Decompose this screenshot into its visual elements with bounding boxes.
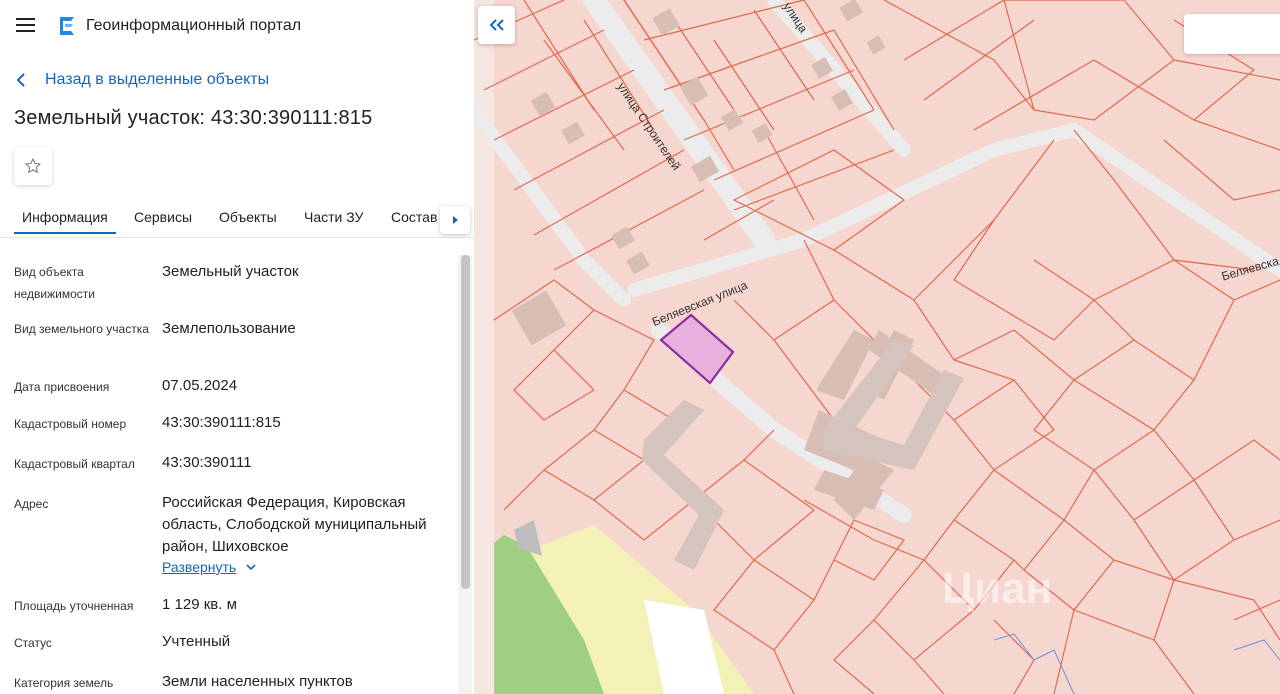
field-value: Земли населенных пунктов bbox=[162, 673, 353, 690]
info-list: Вид объекта недвижимости Земельный участ… bbox=[0, 255, 458, 694]
expand-address-link[interactable]: Развернуть bbox=[162, 559, 256, 575]
caret-right-icon bbox=[453, 216, 458, 224]
app-title: Геоинформационный портал bbox=[86, 17, 302, 34]
field-value: 43:30:390111:815 bbox=[162, 414, 281, 431]
field-label: Вид объекта недвижимости bbox=[14, 265, 95, 301]
field-label: Площадь уточненная bbox=[14, 599, 134, 613]
tab-objects[interactable]: Объекты bbox=[219, 209, 277, 225]
field-value: Учтенный bbox=[162, 633, 231, 650]
page-title: Земельный участок: 43:30:390111:815 bbox=[14, 107, 373, 129]
field-value: 43:30:390111 bbox=[162, 454, 252, 471]
tab-information[interactable]: Информация bbox=[14, 209, 116, 234]
selected-parcel[interactable] bbox=[659, 313, 735, 385]
field-label: Статус bbox=[14, 636, 52, 650]
tab-parts[interactable]: Части ЗУ bbox=[304, 209, 363, 225]
water-line bbox=[1233, 639, 1280, 661]
back-link-label: Назад в выделенные объекты bbox=[45, 71, 270, 88]
cadastral-map[interactable]: улица Строителей улица Беляевская улица … bbox=[474, 0, 1280, 694]
field-value: Земельный участок bbox=[162, 263, 299, 280]
menu-icon[interactable] bbox=[16, 17, 35, 33]
expand-label: Развернуть bbox=[162, 559, 237, 575]
back-to-selected-link[interactable]: Назад в выделенные объекты bbox=[16, 70, 269, 90]
field-value: 07.05.2024 bbox=[162, 377, 238, 394]
chevron-left-icon bbox=[16, 73, 25, 87]
top-bar: Геоинформационный портал bbox=[0, 0, 474, 52]
field-label: Вид земельного участка bbox=[14, 322, 149, 336]
star-icon bbox=[25, 158, 41, 173]
field-label: Кадастровый квартал bbox=[14, 457, 135, 471]
double-chevron-left-icon bbox=[489, 19, 504, 31]
portal-logo-icon bbox=[60, 17, 74, 35]
field-value: Российская Федерация, Кировская область,… bbox=[162, 494, 427, 555]
collapse-panel-button[interactable] bbox=[478, 6, 515, 44]
tab-services[interactable]: Сервисы bbox=[134, 209, 192, 225]
field-value: Землепользование bbox=[162, 320, 296, 337]
water-line bbox=[993, 633, 1075, 694]
tab-composition[interactable]: Состав bbox=[391, 209, 437, 225]
field-label: Кадастровый номер bbox=[14, 417, 127, 431]
tab-bar: Информация Сервисы Объекты Части ЗУ Сост… bbox=[0, 200, 474, 238]
map-search-box[interactable] bbox=[1184, 14, 1280, 54]
scrollbar-thumb[interactable] bbox=[461, 255, 470, 589]
field-label: Адрес bbox=[14, 497, 49, 511]
field-label: Категория земель bbox=[14, 676, 114, 690]
chevron-down-icon bbox=[246, 563, 256, 570]
favorite-button[interactable] bbox=[14, 147, 52, 185]
field-value: 1 129 кв. м bbox=[162, 596, 237, 613]
map-canvas[interactable] bbox=[474, 0, 1280, 694]
field-label: Дата присвоения bbox=[14, 380, 110, 394]
info-panel: Геоинформационный портал Назад в выделен… bbox=[0, 0, 474, 694]
watermark: Циан bbox=[942, 564, 1053, 613]
tabs-scroll-right-button[interactable] bbox=[440, 206, 470, 234]
